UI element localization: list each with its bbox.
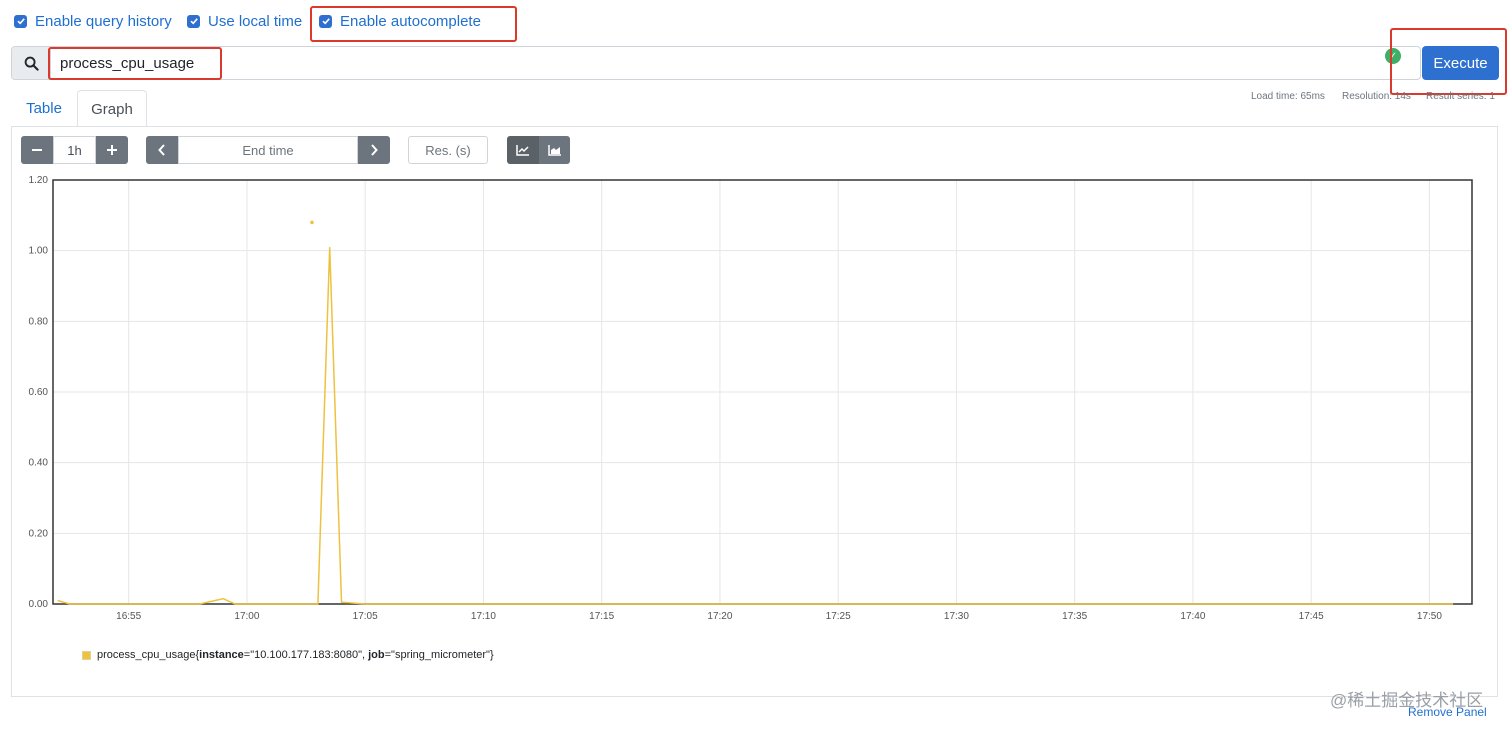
y-tick-label: 1.00 [29, 246, 49, 257]
legend-instance-key: instance [199, 649, 244, 661]
x-tick-label: 17:40 [1180, 611, 1205, 622]
legend-swatch [82, 650, 91, 660]
legend-metric: process_cpu_usage{ [97, 649, 200, 661]
remove-panel-link[interactable]: Remove Panel [1408, 705, 1487, 719]
x-tick-label: 16:55 [116, 611, 141, 622]
legend-job-val: ="spring_micrometer"} [384, 649, 494, 661]
y-tick-label: 0.80 [29, 316, 49, 327]
x-tick-label: 17:30 [944, 611, 969, 622]
x-tick-label: 17:05 [353, 611, 378, 622]
chart-legend[interactable]: process_cpu_usage{instance="10.100.177.1… [82, 649, 494, 661]
y-tick-label: 0.40 [29, 458, 49, 469]
cpu-usage-chart: 1.20 1.00 0.80 0.60 0.40 0.20 0.00 16:55 17:00 17… [29, 175, 1473, 622]
x-tick-label: 17:35 [1062, 611, 1087, 622]
legend-instance-val: ="10.100.177.183:8080", [243, 649, 369, 661]
y-tick-label: 0.20 [29, 528, 49, 539]
legend-series-label: process_cpu_usage{instance="10.100.177.1… [97, 649, 494, 661]
x-tick-label: 17:15 [589, 611, 614, 622]
y-tick-label: 0.00 [29, 599, 49, 610]
x-tick-label: 17:50 [1417, 611, 1442, 622]
y-tick-label: 1.20 [29, 175, 49, 186]
legend-job-key: job [368, 649, 385, 661]
x-tick-label: 17:45 [1299, 611, 1324, 622]
x-tick-label: 17:25 [826, 611, 851, 622]
y-tick-label: 0.60 [29, 387, 49, 398]
x-tick-label: 17:20 [707, 611, 732, 622]
x-tick-label: 17:10 [471, 611, 496, 622]
x-tick-label: 17:00 [234, 611, 259, 622]
series-line [57, 247, 1454, 605]
series-point [310, 220, 314, 225]
